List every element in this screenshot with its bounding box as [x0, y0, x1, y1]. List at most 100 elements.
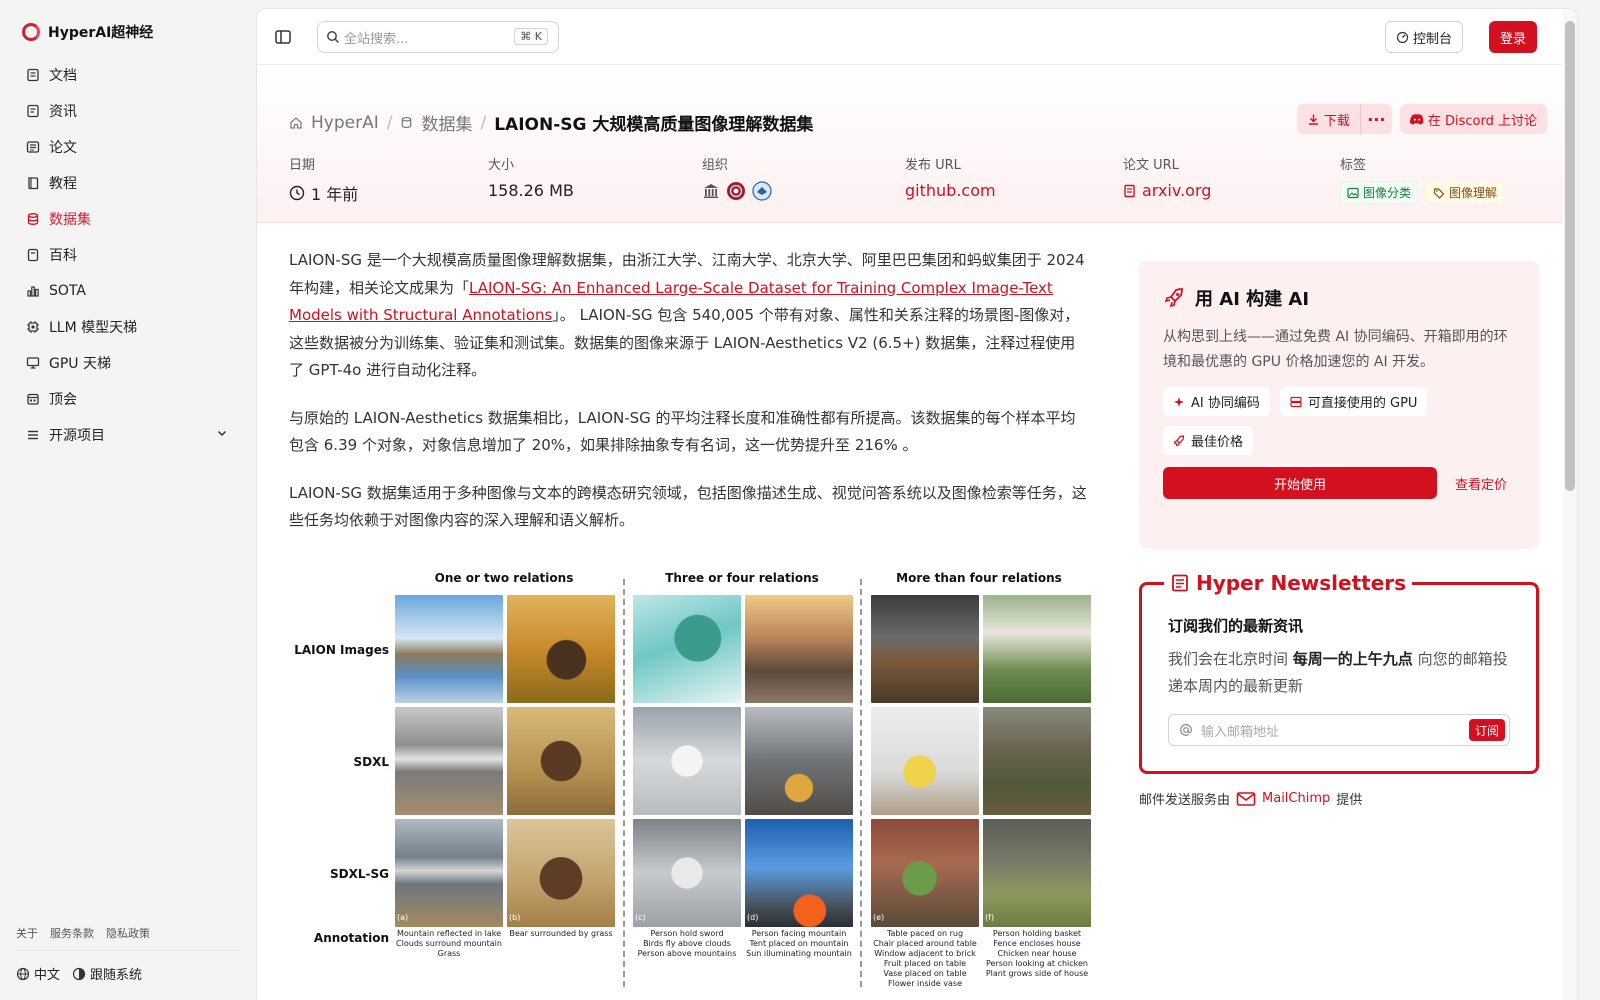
annotation-line: Birds fly above clouds [643, 939, 731, 948]
book-icon [26, 176, 40, 190]
meta-release-label: 发布 URL [905, 158, 961, 173]
login-button[interactable]: 登录 [1489, 21, 1537, 53]
sidebar-item-papers[interactable]: 论文 [16, 129, 240, 165]
figure-column-header: One or two relations [434, 571, 574, 585]
get-started-button[interactable]: 开始使用 [1163, 467, 1437, 499]
sidebar-item-gpu-leaderboard[interactable]: GPU 天梯 [16, 345, 240, 381]
figure-label: (f) [985, 913, 995, 922]
doc-icon [26, 68, 40, 82]
sidebar-item-label: 资讯 [49, 104, 77, 120]
download-button[interactable]: 下载 [1297, 104, 1360, 134]
meta-release-url: 发布 URL github.com [905, 154, 996, 200]
paper-url-link[interactable]: arxiv.org [1123, 181, 1211, 200]
email-field[interactable]: 输入邮箱地址 订阅 [1168, 714, 1510, 746]
figure-label: (d) [747, 913, 759, 922]
figure-label: (b) [509, 913, 521, 922]
privacy-link[interactable]: 隐私政策 [106, 925, 150, 941]
sidebar-item-wiki[interactable]: 百科 [16, 237, 240, 273]
figure-row-header: SDXL-SG [330, 867, 389, 881]
more-options-icon[interactable]: ··· [1359, 104, 1392, 134]
list-icon [26, 428, 40, 442]
sidebar-item-datasets[interactable]: 数据集 [16, 201, 240, 237]
figure-image [633, 819, 741, 927]
sidebar-item-conferences[interactable]: 顶会 [16, 381, 240, 417]
figure-image [983, 819, 1091, 927]
language-label: 中文 [34, 968, 61, 983]
sidebar-item-label: 文档 [49, 68, 77, 84]
figure-image [507, 819, 615, 927]
sidebar-item-news[interactable]: 资讯 [16, 93, 240, 129]
figure-annotation: (e) Table paced on rug Chair placed arou… [871, 913, 979, 989]
ai-promo-description: 从构思到上线——通过免费 AI 协同编码、开箱即用的环境和最优惠的 GPU 价格… [1163, 329, 1508, 370]
university-logo-icon[interactable] [702, 182, 720, 200]
tag-label: 图像理解 [1449, 186, 1498, 200]
search-input[interactable]: 全站搜索... ⌘ K [317, 21, 559, 53]
console-button[interactable]: 控制台 [1384, 21, 1463, 53]
meta-date: 日期 1 年前 [289, 154, 358, 205]
breadcrumb-separator: / [480, 112, 487, 133]
sidebar-item-sota[interactable]: SOTA [16, 273, 240, 309]
page-title: LAION-SG 大规模高质量图像理解数据集 [494, 115, 814, 135]
theme-switch[interactable]: 跟随系统 [72, 964, 142, 983]
scrollbar-thumb[interactable] [1565, 21, 1575, 491]
breadcrumb-root[interactable]: HyperAI [311, 113, 379, 133]
figure-image [745, 707, 853, 815]
peking-university-logo-icon[interactable] [726, 181, 746, 201]
app: HyperAI超神经 文档 资讯 论文 教程 数据集 百科 SOTA LLM 模… [0, 0, 1600, 1000]
meta-date-value: 1 年前 [311, 185, 359, 204]
tag-image-understanding[interactable]: 图像理解 [1426, 181, 1505, 204]
mailchimp-link[interactable]: MailChimp [1262, 791, 1330, 806]
annotation-line: Tent placed on mountain [749, 939, 849, 948]
discord-label: 在 Discord 上讨论 [1427, 113, 1537, 129]
database-icon [26, 212, 40, 226]
figure-annotation: (b) Bear surrounded by grass [507, 913, 615, 939]
sidebar-item-label: 开源项目 [49, 428, 105, 444]
breadcrumb-section[interactable]: 数据集 [421, 110, 472, 135]
release-url-link[interactable]: github.com [905, 181, 996, 200]
brand[interactable]: HyperAI超神经 [22, 22, 153, 42]
meta-size-label: 大小 [488, 158, 515, 173]
annotation-line: Person hold sword [650, 929, 724, 938]
sidebar-nav: 文档 资讯 论文 教程 数据集 百科 SOTA LLM 模型天梯 GPU 天梯 … [16, 57, 240, 453]
org-logos [702, 181, 772, 201]
view-pricing-link[interactable]: 查看定价 [1455, 474, 1507, 493]
figure-image [633, 707, 741, 815]
sidebar-item-tutorials[interactable]: 教程 [16, 165, 240, 201]
calendar-icon [26, 392, 40, 406]
subscribe-button[interactable]: 订阅 [1468, 719, 1505, 741]
about-link[interactable]: 关于 [16, 925, 38, 941]
tag-image-classification[interactable]: 图像分类 [1340, 181, 1419, 204]
annotation-line: Chair placed around table [873, 939, 977, 948]
sidebar-toggle-icon[interactable] [273, 27, 293, 47]
figure-image [871, 595, 979, 703]
chevron-down-icon[interactable] [216, 427, 228, 443]
figure-image [395, 595, 503, 703]
figure-annotation: (a) Mountain reflected in lake Clouds su… [395, 913, 503, 959]
annotation-line: Person looking at chicken [986, 959, 1088, 968]
home-icon [290, 116, 302, 129]
scrollbar[interactable] [1563, 9, 1577, 1000]
jiangnan-university-logo-icon[interactable] [752, 181, 772, 201]
sidebar-divider [16, 950, 240, 951]
figure-label: (e) [873, 913, 885, 922]
sidebar-item-label: 论文 [49, 140, 77, 156]
figure-image [507, 707, 615, 815]
download-label: 下载 [1323, 113, 1350, 129]
sidebar-item-label: SOTA [49, 283, 86, 299]
dataset-header: HyperAI / 数据集 / LAION-SG 大规模高质量图像理解数据集 下… [257, 66, 1563, 223]
sidebar-item-label: 教程 [49, 176, 77, 192]
sidebar-item-llm-leaderboard[interactable]: LLM 模型天梯 [16, 309, 240, 345]
brand-name: HyperAI超神经 [48, 25, 154, 41]
sidebar-item-open-source[interactable]: 开源项目 [16, 417, 240, 453]
terms-link[interactable]: 服务条款 [50, 925, 94, 941]
annotation-line: Chicken near house [997, 949, 1077, 958]
description-paragraph: LAION-SG 是一个大规模高质量图像理解数据集，由浙江大学、江南大学、北京大… [289, 247, 1089, 385]
search-icon [327, 31, 340, 44]
monitor-icon [26, 356, 40, 370]
at-sign-icon [1180, 724, 1192, 736]
language-switch[interactable]: 中文 [16, 964, 60, 983]
sidebar-item-docs[interactable]: 文档 [16, 57, 240, 93]
discord-button[interactable]: 在 Discord 上讨论 [1399, 104, 1547, 134]
annotation-line: Clouds surround mountain [396, 939, 502, 948]
figure-image [871, 707, 979, 815]
